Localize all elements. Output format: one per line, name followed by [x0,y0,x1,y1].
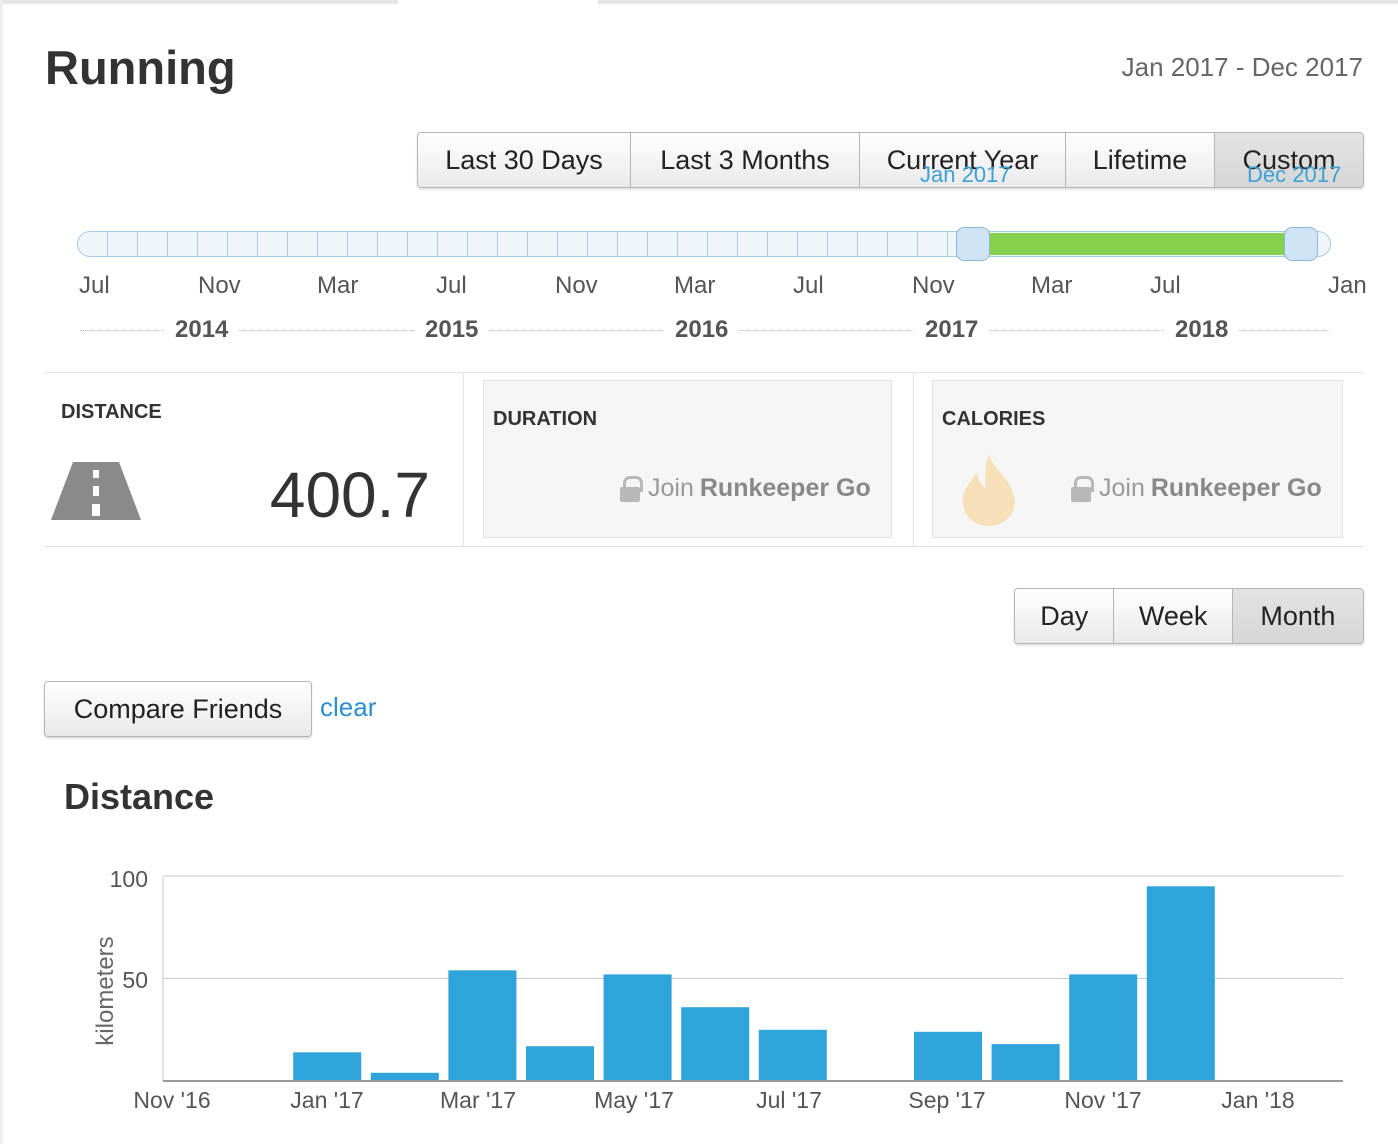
bar-nov-17[interactable] [1069,974,1138,1081]
bar-apr-17[interactable] [526,1046,594,1082]
distance-chart [162,875,1343,1082]
bar-mar-17[interactable] [448,970,517,1081]
bar-feb-17[interactable] [370,1072,439,1081]
bar-jan-17[interactable] [293,1052,362,1081]
bar-jun-17[interactable] [681,1007,750,1081]
bar-may-17[interactable] [603,974,672,1081]
bar-oct-17[interactable] [991,1044,1060,1081]
bar-sep-17[interactable] [914,1031,982,1081]
bar-jul-17[interactable] [758,1029,827,1082]
bar-dec-17[interactable] [1146,886,1215,1082]
